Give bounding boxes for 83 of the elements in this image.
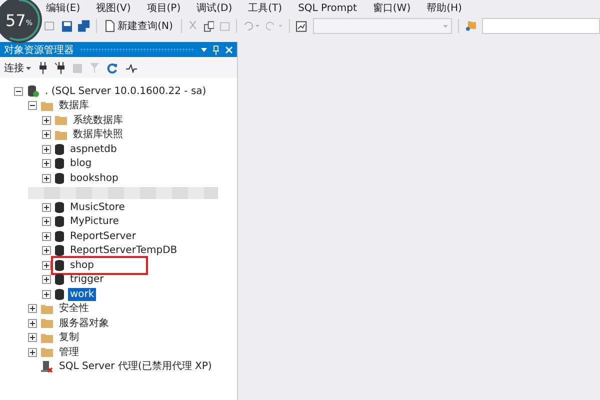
- expand-icon[interactable]: [28, 304, 37, 314]
- document-icon: [104, 20, 115, 32]
- tree-item-label[interactable]: 系统数据库: [71, 114, 125, 127]
- expand-icon[interactable]: [42, 290, 51, 299]
- pin-icon[interactable]: [213, 44, 219, 54]
- tree-item-label[interactable]: shop: [68, 258, 96, 272]
- expand-icon[interactable]: [28, 348, 37, 357]
- folder-icon: [41, 318, 53, 328]
- tree-item-label[interactable]: blog: [68, 157, 94, 170]
- folder-search-icon[interactable]: [464, 20, 476, 32]
- expand-icon[interactable]: [42, 144, 51, 154]
- menu-item[interactable]: 帮助(H): [424, 1, 464, 15]
- database-icon: [55, 202, 64, 213]
- tree-item-label[interactable]: work: [68, 288, 96, 301]
- tree-item-label[interactable]: aspnetdb: [68, 142, 119, 156]
- tree-item-label[interactable]: SQL Server 代理(已禁用代理 XP): [57, 360, 214, 374]
- database-icon: [55, 144, 64, 155]
- expand-icon[interactable]: [42, 260, 51, 270]
- tree-item-label[interactable]: 数据库快照: [71, 128, 125, 142]
- tree-item-label[interactable]: trigger: [68, 273, 106, 286]
- expand-icon[interactable]: [42, 275, 51, 284]
- expand-icon[interactable]: [42, 116, 51, 125]
- database-icon: [55, 274, 64, 286]
- folder-icon: [41, 100, 53, 111]
- expand-icon[interactable]: [42, 246, 51, 256]
- dropdown-caret-icon: [442, 24, 448, 28]
- database-icon: [55, 245, 64, 256]
- plug-icon[interactable]: [39, 62, 47, 74]
- tree-item-label[interactable]: . (SQL Server 10.0.1600.22 - sa): [43, 84, 208, 98]
- refresh-icon[interactable]: [107, 62, 118, 74]
- tree-item-label[interactable]: ReportServer: [68, 230, 138, 243]
- database-icon: [55, 230, 64, 242]
- copy-icon[interactable]: [204, 20, 214, 32]
- expand-icon[interactable]: [42, 159, 51, 168]
- new-query-button[interactable]: 新建查询(N): [102, 19, 175, 33]
- database-icon: [55, 158, 64, 170]
- menu-item[interactable]: 项目(P): [144, 1, 183, 15]
- folder-icon: [41, 347, 53, 358]
- save-icon[interactable]: [62, 20, 72, 32]
- menu-item[interactable]: 调试(D): [194, 1, 234, 15]
- dropdown-caret-icon[interactable]: [201, 48, 207, 52]
- tree-item-label[interactable]: 数据库: [57, 99, 91, 112]
- expand-icon[interactable]: [28, 333, 37, 342]
- expand-icon[interactable]: [42, 217, 51, 226]
- expand-icon[interactable]: [42, 174, 51, 183]
- database-icon: [55, 260, 64, 271]
- menu-item[interactable]: 编辑(E): [44, 1, 82, 15]
- folder-icon: [41, 304, 53, 314]
- collapse-icon[interactable]: [28, 101, 37, 110]
- collapse-icon[interactable]: [14, 86, 23, 96]
- menu-item[interactable]: 工具(T): [246, 1, 284, 15]
- tree-item-label[interactable]: bookshop: [68, 172, 120, 185]
- expand-icon[interactable]: [42, 130, 51, 140]
- tree-item-label[interactable]: 服务器对象: [57, 316, 111, 330]
- agent-icon: [41, 360, 53, 373]
- expand-icon[interactable]: [42, 232, 51, 241]
- expand-icon[interactable]: [28, 318, 37, 328]
- database-icon: [55, 172, 64, 184]
- tree-item-label[interactable]: MyPicture: [68, 215, 121, 228]
- tree-item-label[interactable]: 管理: [57, 346, 81, 359]
- disconnect-icon[interactable]: [55, 62, 65, 74]
- folder-icon: [55, 130, 67, 140]
- tree-item-label[interactable]: 复制: [57, 331, 81, 344]
- close-icon[interactable]: [225, 46, 233, 54]
- tree-item-label[interactable]: MusicStore: [68, 200, 127, 214]
- expand-icon[interactable]: [42, 202, 51, 212]
- folder-icon: [41, 332, 53, 343]
- tree-item-label[interactable]: 安全性: [57, 302, 91, 316]
- server-icon: [27, 85, 39, 98]
- search-field[interactable]: [482, 18, 600, 34]
- database-icon: [55, 216, 64, 228]
- panel-title: 对象资源管理器: [4, 44, 74, 56]
- menu-item[interactable]: 视图(V): [94, 1, 133, 15]
- menu-item[interactable]: 窗口(W): [370, 1, 413, 15]
- save-all-icon[interactable]: [78, 20, 90, 32]
- database-icon: [55, 288, 64, 300]
- chart-icon[interactable]: [296, 20, 307, 32]
- dropdown-caret-icon: [26, 66, 31, 70]
- activity-icon[interactable]: [126, 64, 137, 72]
- folder-icon: [55, 115, 67, 126]
- tree-item-label[interactable]: ReportServerTempDB: [68, 244, 180, 258]
- menu-item[interactable]: SQL Prompt: [296, 2, 359, 14]
- connect-button[interactable]: 连接: [4, 61, 31, 75]
